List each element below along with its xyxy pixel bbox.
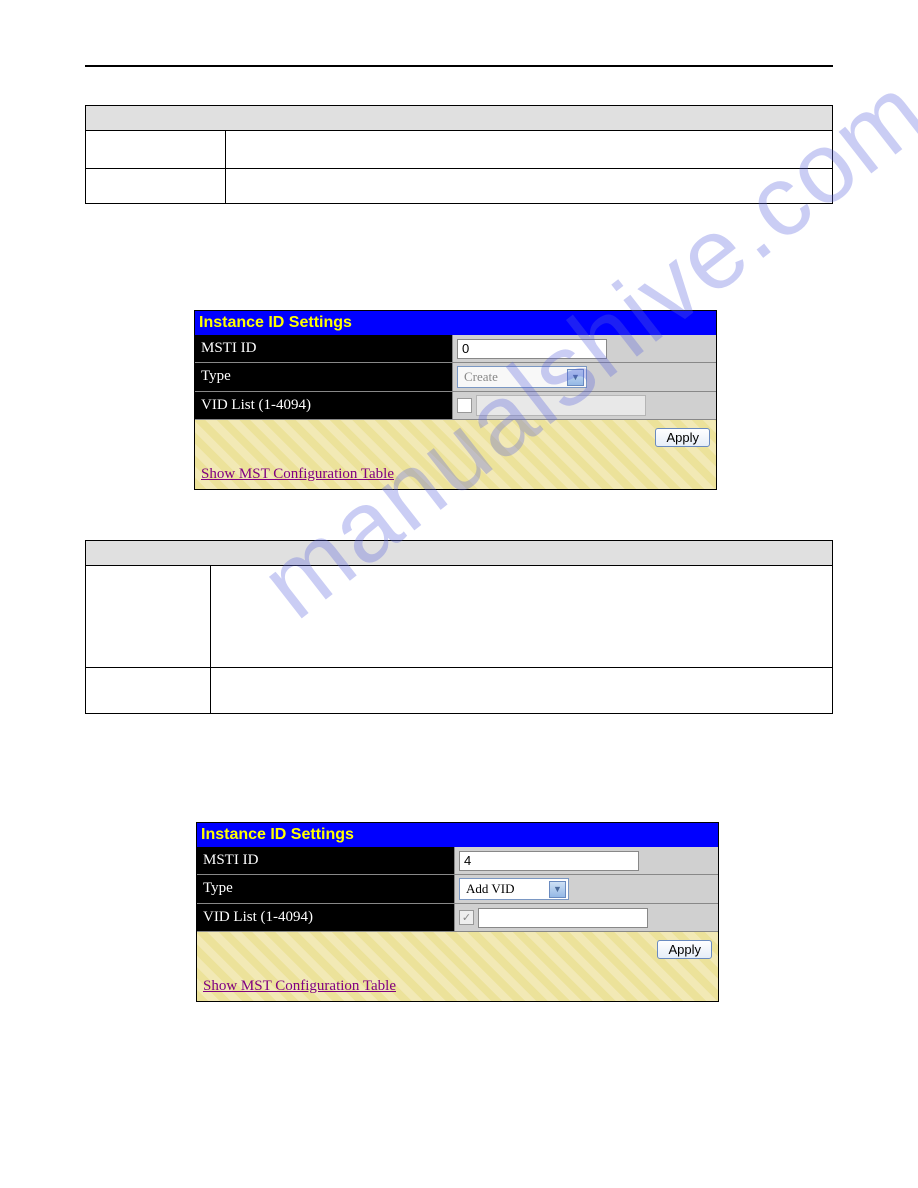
instance-id-settings-panel-1: Instance ID Settings MSTI ID Type Create… (194, 310, 717, 490)
vid-list-label: VID List (1-4094) (195, 392, 453, 419)
instance-id-settings-panel-2: Instance ID Settings MSTI ID Type Add VI… (196, 822, 719, 1002)
doc-table-2 (85, 540, 833, 714)
type-field: Create ▼ (453, 363, 716, 391)
table-cell (225, 131, 832, 169)
table-cell (225, 169, 832, 204)
panel-title: Instance ID Settings (195, 311, 716, 335)
type-select-value: Add VID (466, 881, 515, 897)
type-row: Type Create ▼ (195, 363, 716, 392)
type-select[interactable]: Create ▼ (457, 366, 587, 388)
table-cell (86, 169, 226, 204)
vid-list-field (453, 392, 716, 419)
msti-id-label: MSTI ID (197, 847, 455, 874)
doc-table-1-header (86, 106, 833, 131)
vid-list-input[interactable] (478, 908, 648, 928)
show-mst-config-link[interactable]: Show MST Configuration Table (201, 466, 394, 482)
show-mst-config-link[interactable]: Show MST Configuration Table (203, 978, 396, 994)
table-cell (210, 566, 832, 668)
checkmark-icon: ✓ (462, 911, 471, 924)
panel-title: Instance ID Settings (197, 823, 718, 847)
panel-footer: Apply Show MST Configuration Table (195, 420, 716, 489)
vid-list-checkbox[interactable]: ✓ (459, 910, 474, 925)
table-cell (210, 668, 832, 714)
doc-table-2-header (86, 541, 833, 566)
chevron-down-icon: ▼ (567, 369, 584, 386)
doc-table-1 (85, 105, 833, 204)
chevron-down-icon: ▼ (549, 881, 566, 898)
vid-list-row: VID List (1-4094) (195, 392, 716, 420)
msti-id-label: MSTI ID (195, 335, 453, 362)
page-divider (85, 65, 833, 67)
type-select-value: Create (464, 369, 498, 385)
table-cell (86, 566, 211, 668)
type-label: Type (195, 363, 453, 391)
vid-list-input-disabled (476, 395, 646, 416)
apply-button[interactable]: Apply (657, 940, 712, 959)
vid-list-label: VID List (1-4094) (197, 904, 455, 931)
msti-id-input[interactable] (457, 339, 607, 359)
apply-button[interactable]: Apply (655, 428, 710, 447)
vid-list-row: VID List (1-4094) ✓ (197, 904, 718, 932)
type-row: Type Add VID ▼ (197, 875, 718, 904)
type-label: Type (197, 875, 455, 903)
table-cell (86, 668, 211, 714)
msti-id-field (455, 847, 718, 874)
table-cell (86, 131, 226, 169)
vid-list-checkbox[interactable] (457, 398, 472, 413)
type-field: Add VID ▼ (455, 875, 718, 903)
msti-id-row: MSTI ID (197, 847, 718, 875)
msti-id-input[interactable] (459, 851, 639, 871)
vid-list-field: ✓ (455, 904, 718, 931)
msti-id-field (453, 335, 716, 362)
type-select[interactable]: Add VID ▼ (459, 878, 569, 900)
msti-id-row: MSTI ID (195, 335, 716, 363)
panel-footer: Apply Show MST Configuration Table (197, 932, 718, 1001)
